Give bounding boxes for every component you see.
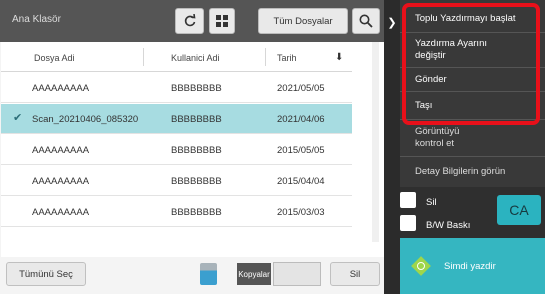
user-name: BBBBBBBB <box>171 145 222 156</box>
refresh-icon <box>184 14 195 27</box>
column-header-date[interactable]: Tarih <box>277 53 297 63</box>
bw-print-checkbox[interactable] <box>400 215 416 231</box>
file-date: 2015/05/05 <box>277 145 325 156</box>
search-icon <box>359 14 373 28</box>
column-header-file-name[interactable]: Dosya Adi <box>34 53 75 63</box>
checkmark-icon: ✔ <box>13 112 23 124</box>
column-header-user-name[interactable]: Kullanici Adi <box>171 53 220 63</box>
select-all-button[interactable]: Tümünü Seç <box>6 262 86 286</box>
file-date: 2015/03/03 <box>277 207 325 218</box>
menu-item-detail-info[interactable]: Detay Bilgilerin görün <box>400 157 545 187</box>
start-icon <box>411 256 431 276</box>
file-name: Scan_20210406_085320 <box>32 114 139 125</box>
delete-checkbox-label: Sil <box>426 197 437 208</box>
menu-item-check-image[interactable]: Görüntüyü kontrol et <box>400 120 545 157</box>
column-divider <box>143 48 144 66</box>
folder-title: Ana Klasör <box>12 14 61 25</box>
user-name: BBBBBBBB <box>171 207 222 218</box>
print-now-label: Simdi yazdir <box>444 260 496 272</box>
bw-print-checkbox-label: B/W Baskı <box>426 220 471 231</box>
highlight-frame <box>402 3 540 125</box>
table-header: Dosya Adi Kullanici Adi Tarih ⬇ <box>1 42 352 72</box>
collapse-panel-arrow-icon[interactable]: ❯ <box>386 10 398 34</box>
storage-bin-icon <box>200 263 217 285</box>
all-files-button[interactable]: Tüm Dosyalar <box>258 8 348 34</box>
file-name: AAAAAAAAA <box>32 176 90 187</box>
column-divider <box>265 48 266 66</box>
sort-descending-icon[interactable]: ⬇ <box>335 52 343 63</box>
delete-checkbox[interactable] <box>400 192 416 208</box>
clear-all-button[interactable]: CA <box>497 195 541 225</box>
table-row[interactable]: AAAAAAAAA BBBBBBBB 2021/05/05 <box>1 73 352 103</box>
copies-input[interactable] <box>273 262 321 286</box>
file-name: AAAAAAAAA <box>32 207 90 218</box>
file-date: 2021/05/05 <box>277 83 325 94</box>
user-name: BBBBBBBB <box>171 83 222 94</box>
refresh-button[interactable] <box>175 8 204 34</box>
table-row-selected[interactable]: ✔ Scan_20210406_085320 BBBBBBBB 2021/04/… <box>1 104 352 134</box>
delete-button[interactable]: Sil <box>330 262 380 286</box>
print-now-button[interactable]: Simdi yazdir <box>400 238 545 294</box>
user-name: BBBBBBBB <box>171 114 222 125</box>
file-table: Dosya Adi Kullanici Adi Tarih ⬇ AAAAAAAA… <box>1 42 384 257</box>
file-name: AAAAAAAAA <box>32 145 90 156</box>
table-row[interactable]: AAAAAAAAA BBBBBBBB 2015/04/04 <box>1 166 352 196</box>
file-name: AAAAAAAAA <box>32 83 90 94</box>
file-date: 2021/04/06 <box>277 114 325 125</box>
grid-icon <box>216 15 228 27</box>
top-bar: Ana Klasör Tüm Dosyalar <box>0 0 384 42</box>
file-date: 2015/04/04 <box>277 176 325 187</box>
copies-label: Kopyalar <box>237 263 271 285</box>
grid-view-button[interactable] <box>209 8 235 34</box>
table-row[interactable]: AAAAAAAAA BBBBBBBB 2015/03/03 <box>1 197 352 227</box>
search-button[interactable] <box>352 8 380 34</box>
scrollbar[interactable] <box>372 42 379 242</box>
user-name: BBBBBBBB <box>171 176 222 187</box>
table-row[interactable]: AAAAAAAAA BBBBBBBB 2015/05/05 <box>1 135 352 165</box>
